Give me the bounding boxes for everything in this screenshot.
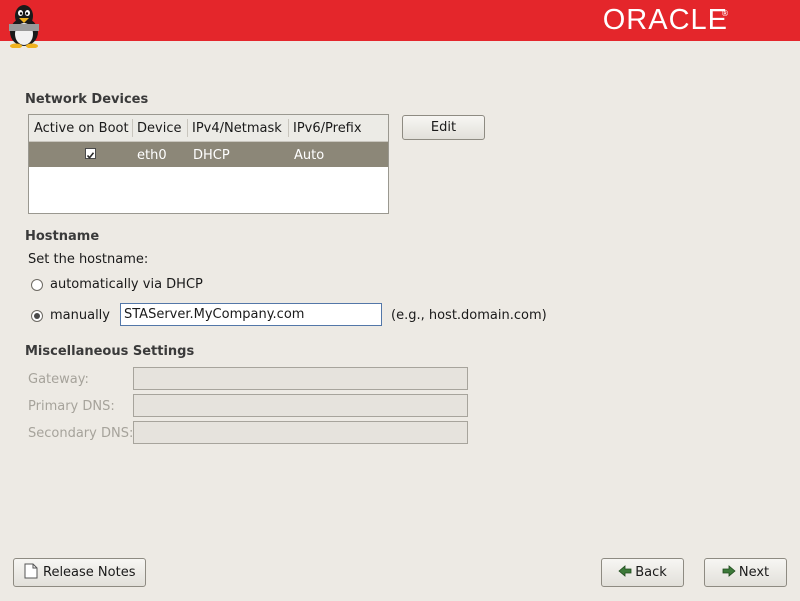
column-header-ipv6[interactable]: IPv6/Prefix (293, 121, 362, 136)
ipv4-cell: DHCP (193, 148, 230, 163)
document-icon (24, 563, 38, 579)
hostname-input[interactable] (120, 303, 382, 326)
manual-radio-label[interactable]: manually (50, 308, 110, 323)
edit-button[interactable]: Edit (402, 115, 485, 140)
next-button[interactable]: Next (704, 558, 787, 587)
check-icon (86, 152, 95, 160)
secondary-dns-label: Secondary DNS: (28, 426, 134, 441)
table-header: Active on Boot Device IPv4/Netmask IPv6/… (29, 115, 388, 142)
arrow-left-icon (618, 565, 632, 577)
primary-dns-input (133, 394, 468, 417)
network-devices-title: Network Devices (25, 92, 149, 107)
registered-mark: ® (721, 9, 729, 18)
table-row[interactable]: eth0 DHCP Auto (29, 142, 388, 167)
back-button[interactable]: Back (601, 558, 684, 587)
column-header-device[interactable]: Device (137, 121, 181, 136)
dhcp-radio-label[interactable]: automatically via DHCP (50, 277, 203, 292)
primary-dns-label: Primary DNS: (28, 399, 115, 414)
device-cell: eth0 (137, 148, 167, 163)
oracle-logo: ORACLE (602, 4, 728, 36)
tux-penguin-icon (9, 5, 39, 48)
ipv6-cell: Auto (294, 148, 325, 163)
arrow-right-icon (722, 565, 736, 577)
column-header-ipv4[interactable]: IPv4/Netmask (192, 121, 282, 136)
manual-radio[interactable] (31, 310, 43, 322)
gateway-input (133, 367, 468, 390)
column-header-active[interactable]: Active on Boot (34, 121, 129, 136)
release-notes-button[interactable]: Release Notes (13, 558, 146, 587)
hostname-hint: (e.g., host.domain.com) (391, 308, 547, 323)
hostname-prompt: Set the hostname: (28, 252, 149, 267)
hostname-title: Hostname (25, 229, 100, 244)
secondary-dns-input (133, 421, 468, 444)
gateway-label: Gateway: (28, 372, 89, 387)
active-on-boot-checkbox[interactable] (85, 148, 96, 160)
misc-settings-title: Miscellaneous Settings (25, 344, 195, 359)
dhcp-radio[interactable] (31, 279, 43, 291)
network-devices-table[interactable]: Active on Boot Device IPv4/Netmask IPv6/… (28, 114, 389, 214)
